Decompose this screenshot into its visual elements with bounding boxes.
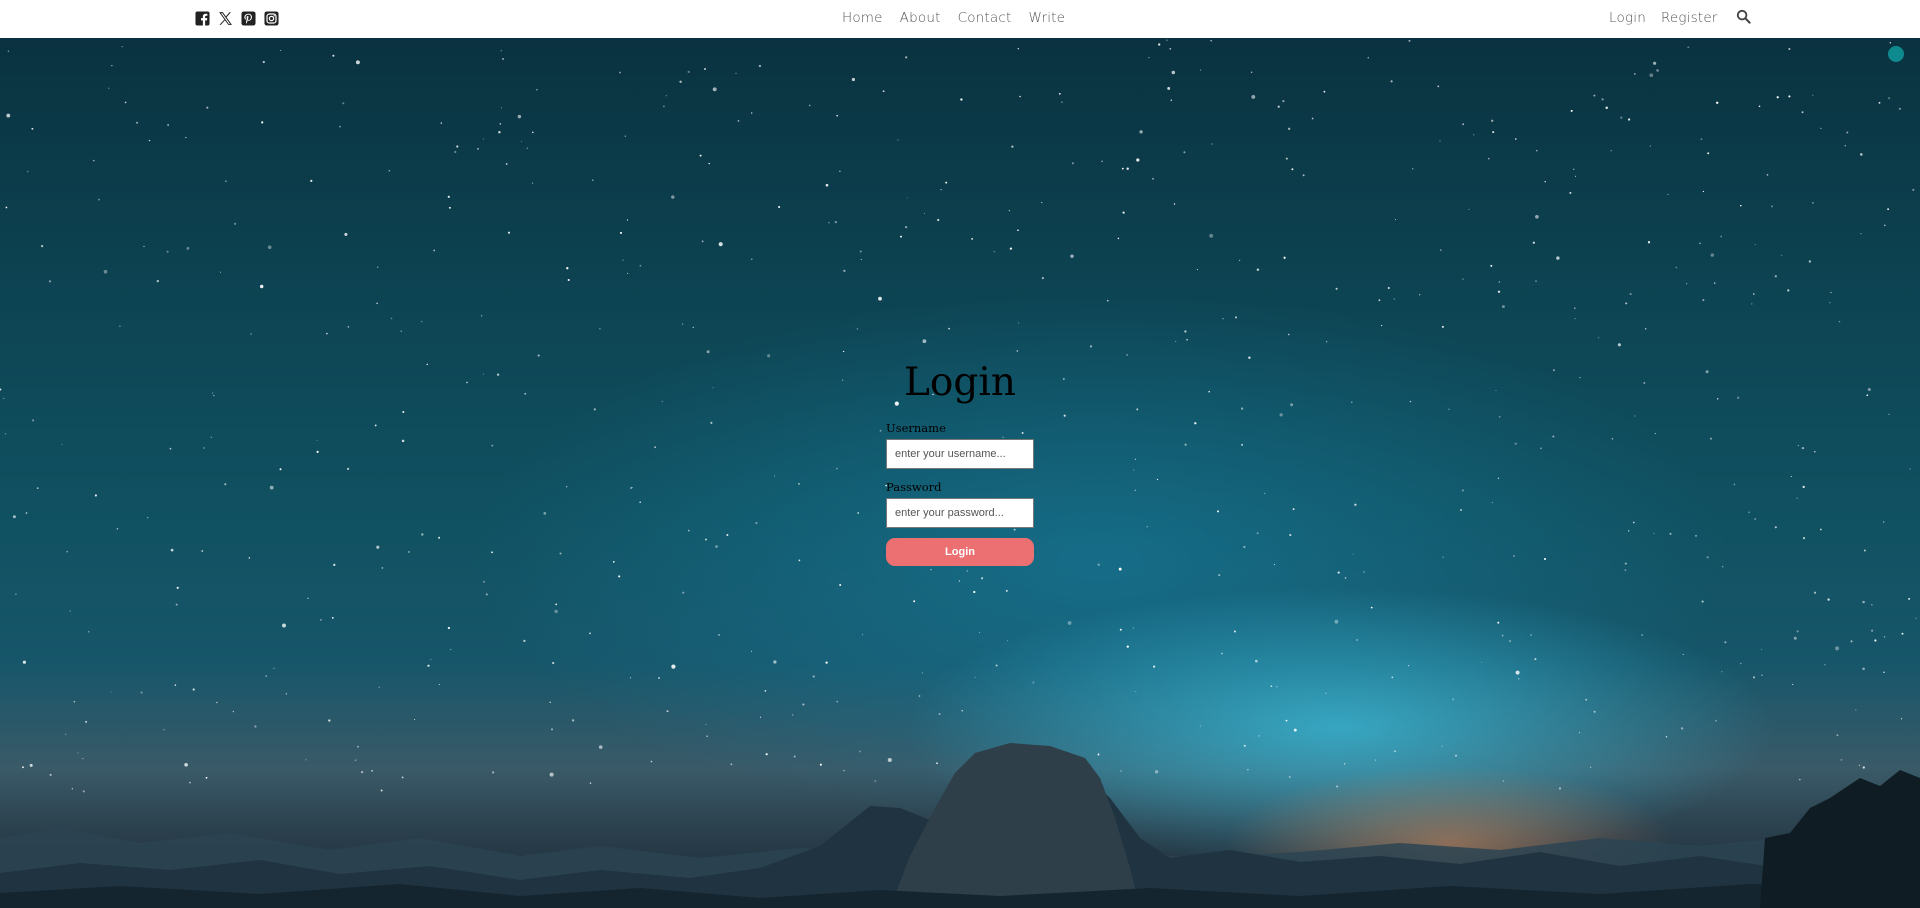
nav-write-link[interactable]: Write (1029, 9, 1066, 27)
status-indicator-dot (1888, 46, 1904, 62)
pinterest-square-icon[interactable] (240, 10, 256, 26)
login-form: Login Username Password Login (886, 360, 1034, 566)
login-title: Login (904, 360, 1016, 405)
top-bar: Home About Contact Write Login Register (0, 0, 1920, 38)
password-input[interactable] (886, 498, 1034, 528)
nav-register-link[interactable]: Register (1661, 9, 1718, 27)
main-nav: Home About Contact Write (842, 9, 1065, 27)
facebook-square-icon[interactable] (194, 10, 210, 26)
social-icons (194, 10, 279, 26)
login-submit-button[interactable]: Login (886, 538, 1034, 566)
auth-nav: Login Register (1609, 9, 1718, 27)
nav-home-link[interactable]: Home (842, 9, 883, 27)
instagram-square-icon[interactable] (263, 10, 279, 26)
password-label: Password (886, 480, 942, 494)
username-input[interactable] (886, 439, 1034, 469)
nav-login-link[interactable]: Login (1609, 9, 1646, 27)
username-label: Username (886, 421, 946, 435)
x-twitter-icon[interactable] (217, 10, 233, 26)
nav-about-link[interactable]: About (900, 9, 941, 27)
search-icon[interactable] (1736, 9, 1752, 25)
nav-contact-link[interactable]: Contact (958, 9, 1012, 27)
